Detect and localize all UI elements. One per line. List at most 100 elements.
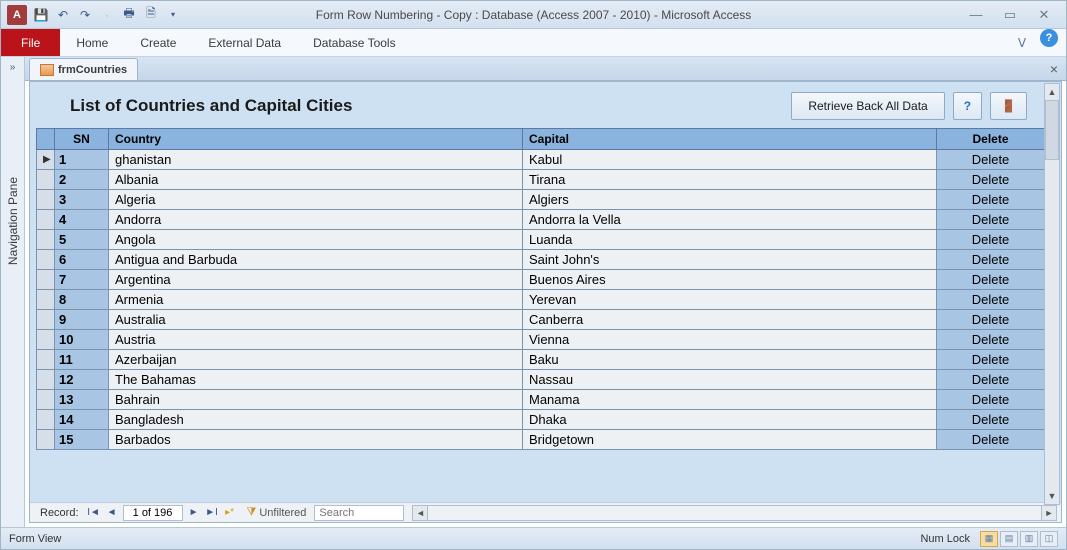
record-new-button[interactable]: ▸* <box>221 505 239 521</box>
grid-header-country[interactable]: Country <box>109 129 523 150</box>
retrieve-all-button[interactable]: Retrieve Back All Data <box>791 92 944 120</box>
view-datasheet-button[interactable]: ▤ <box>1000 531 1018 547</box>
horizontal-scrollbar[interactable]: ◄ ► <box>412 505 1057 521</box>
ribbon-tab-create[interactable]: Create <box>124 29 192 56</box>
cell-country[interactable]: Angola <box>109 230 523 250</box>
ribbon-tab-external-data[interactable]: External Data <box>192 29 297 56</box>
cell-capital[interactable]: Vienna <box>523 330 937 350</box>
delete-row-button[interactable]: Delete <box>937 270 1045 290</box>
ribbon-tab-home[interactable]: Home <box>60 29 124 56</box>
table-row[interactable]: 5AngolaLuandaDelete <box>37 230 1045 250</box>
table-row[interactable]: 9AustraliaCanberraDelete <box>37 310 1045 330</box>
cell-country[interactable]: Armenia <box>109 290 523 310</box>
cell-capital[interactable]: Baku <box>523 350 937 370</box>
row-selector[interactable] <box>37 230 55 250</box>
cell-capital[interactable]: Manama <box>523 390 937 410</box>
delete-row-button[interactable]: Delete <box>937 230 1045 250</box>
table-row[interactable]: 2AlbaniaTiranaDelete <box>37 170 1045 190</box>
row-selector[interactable] <box>37 270 55 290</box>
hscroll-right-icon[interactable]: ► <box>1041 505 1057 521</box>
table-row[interactable]: 7ArgentinaBuenos AiresDelete <box>37 270 1045 290</box>
cell-capital[interactable]: Tirana <box>523 170 937 190</box>
delete-row-button[interactable]: Delete <box>937 330 1045 350</box>
data-grid-wrap[interactable]: SN Country Capital Delete ▶1ghanistanKab… <box>30 128 1061 502</box>
undo-icon[interactable]: ↶ <box>55 7 71 23</box>
row-selector[interactable] <box>37 390 55 410</box>
hscroll-left-icon[interactable]: ◄ <box>412 505 428 521</box>
cell-country[interactable]: ghanistan <box>109 150 523 170</box>
cell-capital[interactable]: Luanda <box>523 230 937 250</box>
delete-row-button[interactable]: Delete <box>937 170 1045 190</box>
view-design-button[interactable]: ◫ <box>1040 531 1058 547</box>
cell-country[interactable]: Bahrain <box>109 390 523 410</box>
row-selector[interactable] <box>37 190 55 210</box>
vscroll-track[interactable] <box>1045 160 1059 488</box>
qat-more-icon[interactable]: ▾ <box>165 7 181 23</box>
record-search-input[interactable] <box>314 505 404 521</box>
grid-header-capital[interactable]: Capital <box>523 129 937 150</box>
cell-country[interactable]: Andorra <box>109 210 523 230</box>
ribbon-minimize-icon[interactable]: ᐯ <box>1012 29 1032 56</box>
cell-country[interactable]: Argentina <box>109 270 523 290</box>
nav-expand-icon[interactable]: » <box>1 57 24 77</box>
cell-capital[interactable]: Dhaka <box>523 410 937 430</box>
record-next-button[interactable]: ► <box>185 505 203 521</box>
view-layout-button[interactable]: ▥ <box>1020 531 1038 547</box>
cell-country[interactable]: Australia <box>109 310 523 330</box>
table-row[interactable]: 3AlgeriaAlgiersDelete <box>37 190 1045 210</box>
record-position-input[interactable] <box>123 505 183 521</box>
row-selector[interactable] <box>37 330 55 350</box>
cell-country[interactable]: Azerbaijan <box>109 350 523 370</box>
vscroll-up-icon[interactable]: ▲ <box>1045 84 1059 100</box>
table-row[interactable]: 6Antigua and BarbudaSaint John'sDelete <box>37 250 1045 270</box>
delete-row-button[interactable]: Delete <box>937 430 1045 450</box>
navigation-pane-collapsed[interactable]: » Navigation Pane <box>1 57 25 527</box>
view-form-button[interactable]: ▦ <box>980 531 998 547</box>
row-selector[interactable] <box>37 310 55 330</box>
delete-row-button[interactable]: Delete <box>937 250 1045 270</box>
row-selector[interactable] <box>37 370 55 390</box>
cell-country[interactable]: Barbados <box>109 430 523 450</box>
delete-row-button[interactable]: Delete <box>937 190 1045 210</box>
file-tab[interactable]: File <box>1 29 60 56</box>
table-row[interactable]: 12The BahamasNassauDelete <box>37 370 1045 390</box>
cell-capital[interactable]: Yerevan <box>523 290 937 310</box>
cell-capital[interactable]: Bridgetown <box>523 430 937 450</box>
cell-capital[interactable]: Algiers <box>523 190 937 210</box>
delete-row-button[interactable]: Delete <box>937 290 1045 310</box>
help-icon[interactable]: ? <box>1040 29 1058 47</box>
table-row[interactable]: 10AustriaViennaDelete <box>37 330 1045 350</box>
table-row[interactable]: 14BangladeshDhakaDelete <box>37 410 1045 430</box>
table-row[interactable]: 13BahrainManamaDelete <box>37 390 1045 410</box>
row-selector[interactable] <box>37 350 55 370</box>
vscroll-down-icon[interactable]: ▼ <box>1045 488 1059 504</box>
row-selector[interactable] <box>37 170 55 190</box>
form-help-button[interactable]: ? <box>953 92 982 120</box>
record-last-button[interactable]: ►I <box>203 505 221 521</box>
table-row[interactable]: 15BarbadosBridgetownDelete <box>37 430 1045 450</box>
row-selector[interactable] <box>37 410 55 430</box>
maximize-button[interactable]: ▭ <box>1000 7 1020 23</box>
close-button[interactable]: ✕ <box>1034 7 1054 23</box>
row-selector[interactable] <box>37 430 55 450</box>
row-selector[interactable] <box>37 210 55 230</box>
record-first-button[interactable]: I◄ <box>85 505 103 521</box>
cell-capital[interactable]: Nassau <box>523 370 937 390</box>
cell-country[interactable]: Antigua and Barbuda <box>109 250 523 270</box>
hscroll-track[interactable] <box>428 505 1041 521</box>
minimize-button[interactable]: — <box>966 7 986 23</box>
cell-capital[interactable]: Andorra la Vella <box>523 210 937 230</box>
vertical-scrollbar[interactable]: ▲ ▼ <box>1044 83 1060 505</box>
vscroll-thumb[interactable] <box>1045 100 1059 160</box>
grid-header-sn[interactable]: SN <box>55 129 109 150</box>
delete-row-button[interactable]: Delete <box>937 390 1045 410</box>
object-tab-frmcountries[interactable]: frmCountries <box>29 58 138 80</box>
cell-capital[interactable]: Saint John's <box>523 250 937 270</box>
row-selector[interactable]: ▶ <box>37 150 55 170</box>
delete-row-button[interactable]: Delete <box>937 310 1045 330</box>
cell-country[interactable]: The Bahamas <box>109 370 523 390</box>
record-prev-button[interactable]: ◄ <box>103 505 121 521</box>
delete-row-button[interactable]: Delete <box>937 150 1045 170</box>
row-selector[interactable] <box>37 250 55 270</box>
cell-capital[interactable]: Kabul <box>523 150 937 170</box>
